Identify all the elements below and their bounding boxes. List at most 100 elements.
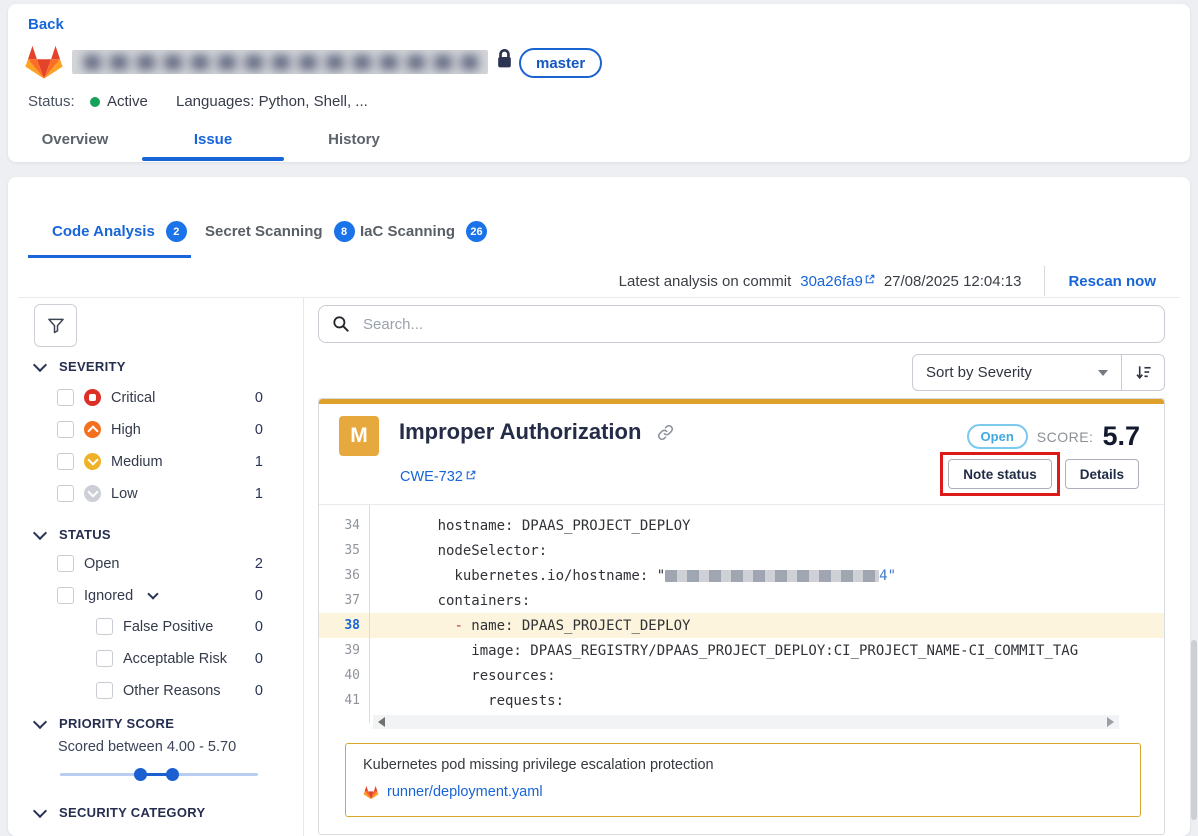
finding-file-link[interactable]: runner/deployment.yaml	[387, 784, 543, 800]
critical-icon	[84, 389, 101, 406]
acceptable-risk-checkbox[interactable]	[96, 650, 113, 667]
status-section-header[interactable]: STATUS	[35, 527, 111, 542]
code-line: 37 containers:	[319, 588, 1164, 613]
status-badge-open: Open	[967, 424, 1028, 449]
scroll-left-icon[interactable]	[378, 717, 385, 727]
filter-row-critical: Critical 0	[57, 389, 263, 406]
search-bar	[318, 305, 1165, 343]
sort-control: Sort by Severity	[912, 354, 1165, 391]
iac-scanning-count-badge: 26	[466, 221, 487, 242]
project-header-card: Back master Status: Active Languages: Py…	[8, 4, 1190, 162]
filter-row-acceptable-risk: Acceptable Risk 0	[96, 650, 263, 667]
tab-history[interactable]: History	[284, 131, 424, 155]
priority-score-section-header[interactable]: PRIORITY SCORE	[35, 716, 174, 731]
high-checkbox[interactable]	[57, 421, 74, 438]
tab-iac-scanning-label: IaC Scanning	[360, 223, 455, 240]
commit-link[interactable]: 30a26fa9	[800, 273, 875, 290]
blurred-hostname-value	[665, 570, 879, 582]
search-icon	[332, 315, 350, 333]
low-checkbox[interactable]	[57, 485, 74, 502]
other-reasons-count: 0	[255, 683, 263, 699]
search-input[interactable]	[361, 315, 1151, 334]
divider	[319, 504, 1164, 505]
severity-section-header[interactable]: SEVERITY	[35, 359, 126, 374]
back-link[interactable]: Back	[28, 16, 64, 33]
finding-file-row: runner/deployment.yaml	[363, 784, 543, 800]
priority-slider-handle-max[interactable]	[166, 768, 179, 781]
priority-range-text: Scored between 4.00 - 5.70	[58, 739, 236, 755]
open-count: 2	[255, 556, 263, 572]
tab-secret-scanning[interactable]: Secret Scanning 8	[205, 221, 355, 242]
chevron-down-icon	[33, 803, 47, 817]
blurred-project-name	[72, 50, 488, 74]
filter-row-other-reasons: Other Reasons 0	[96, 682, 263, 699]
other-reasons-checkbox[interactable]	[96, 682, 113, 699]
tab-secret-scanning-label: Secret Scanning	[205, 223, 323, 240]
sort-direction-icon	[1134, 363, 1153, 382]
ignored-checkbox[interactable]	[57, 587, 74, 604]
tab-code-analysis[interactable]: Code Analysis 2	[52, 221, 187, 242]
status-dot-icon	[90, 97, 100, 107]
active-tab-underline	[142, 157, 284, 161]
rescan-now-link[interactable]: Rescan now	[1068, 273, 1156, 290]
low-icon	[84, 485, 101, 502]
tab-code-analysis-label: Code Analysis	[52, 223, 155, 240]
issue-title: Improper Authorization	[399, 419, 641, 445]
branch-badge[interactable]: master	[519, 48, 602, 78]
code-line: 35 nodeSelector:	[319, 538, 1164, 563]
cwe-link[interactable]: CWE-732	[400, 469, 476, 485]
page-scrollbar-thumb[interactable]	[1191, 640, 1197, 820]
security-category-section-header[interactable]: SECURITY CATEGORY	[35, 805, 205, 820]
code-line: 41 requests:	[319, 688, 1164, 713]
medium-checkbox[interactable]	[57, 453, 74, 470]
tab-iac-scanning[interactable]: IaC Scanning 26	[360, 221, 487, 242]
severity-badge-medium: M	[339, 416, 379, 456]
priority-slider-handle-min[interactable]	[134, 768, 147, 781]
status-value: Active	[107, 93, 148, 110]
medium-count: 1	[255, 454, 263, 470]
caret-down-icon	[1098, 370, 1108, 376]
scroll-right-icon[interactable]	[1107, 717, 1114, 727]
divider	[1044, 266, 1045, 296]
details-button[interactable]: Details	[1065, 459, 1139, 489]
external-link-icon	[865, 274, 875, 284]
filter-row-low: Low 1	[57, 485, 263, 502]
sidebar-divider	[303, 298, 304, 836]
code-line: 34 hostname: DPAAS_PROJECT_DEPLOY	[319, 513, 1164, 538]
divider	[18, 297, 1180, 298]
code-horizontal-scrollbar[interactable]	[373, 715, 1119, 729]
note-status-button[interactable]: Note status	[948, 459, 1052, 489]
issue-card: M Improper Authorization Open SCORE: 5.7…	[318, 398, 1165, 835]
tab-issue[interactable]: Issue	[142, 131, 284, 155]
external-link-icon	[466, 470, 476, 480]
high-icon	[84, 421, 101, 438]
score-value: 5.7	[1102, 421, 1140, 452]
low-count: 1	[255, 486, 263, 502]
code-line: 40 resources:	[319, 663, 1164, 688]
acceptable-risk-count: 0	[255, 651, 263, 667]
high-count: 0	[255, 422, 263, 438]
status-label: Status:	[28, 93, 75, 110]
critical-checkbox[interactable]	[57, 389, 74, 406]
chevron-down-icon	[33, 357, 47, 371]
false-positive-checkbox[interactable]	[96, 618, 113, 635]
sort-direction-button[interactable]	[1122, 355, 1164, 390]
code-viewer: 34 hostname: DPAAS_PROJECT_DEPLOY 35 nod…	[319, 513, 1164, 713]
open-checkbox[interactable]	[57, 555, 74, 572]
secret-scanning-count-badge: 8	[334, 221, 355, 242]
filter-row-high: High 0	[57, 421, 263, 438]
filter-row-medium: Medium 1	[57, 453, 263, 470]
score-label: SCORE:	[1037, 429, 1094, 445]
issues-panel-card: Code Analysis 2 Secret Scanning 8 IaC Sc…	[8, 177, 1190, 836]
filter-button[interactable]	[34, 304, 77, 347]
chevron-down-icon	[33, 525, 47, 539]
code-line-highlighted: 38 - name: DPAAS_PROJECT_DEPLOY	[319, 613, 1164, 638]
lock-icon	[495, 47, 514, 76]
critical-count: 0	[255, 390, 263, 406]
chevron-down-icon[interactable]	[148, 588, 159, 599]
gutter-divider	[369, 505, 370, 723]
tab-overview[interactable]: Overview	[8, 131, 142, 155]
link-icon[interactable]	[656, 423, 675, 442]
gitlab-logo-icon	[363, 785, 379, 800]
sort-dropdown[interactable]: Sort by Severity	[913, 355, 1122, 390]
